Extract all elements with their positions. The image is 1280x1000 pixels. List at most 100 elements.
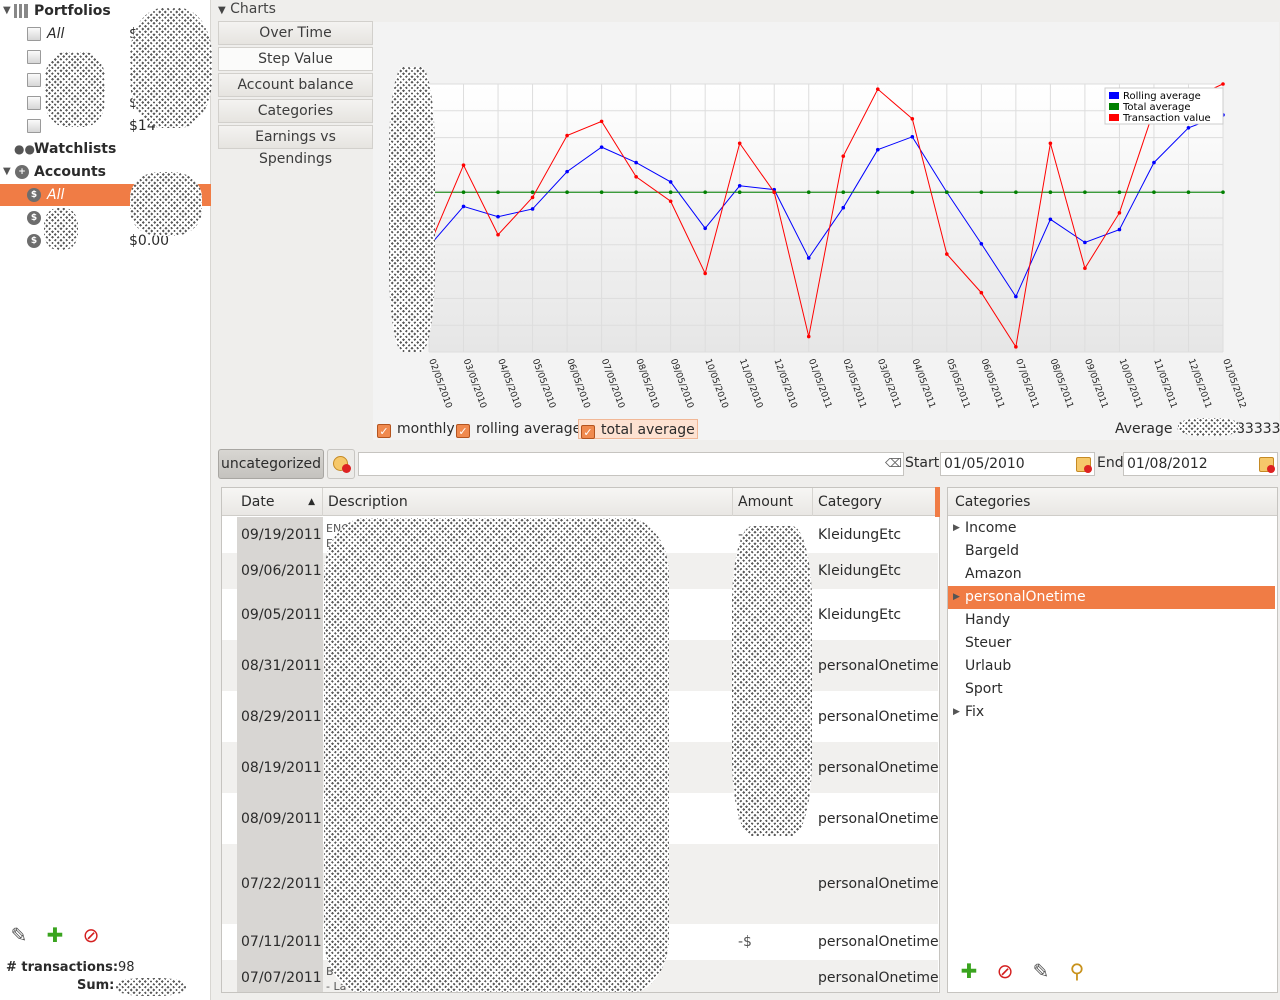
- edit-icon[interactable]: ✎: [6, 922, 32, 948]
- data-point: [1083, 240, 1087, 245]
- category-item[interactable]: ▶ personalOnetime: [948, 586, 1275, 609]
- legend-swatch: [1109, 114, 1119, 121]
- category-item[interactable]: Bargeld: [948, 540, 1275, 563]
- data-point: [668, 180, 673, 184]
- x-tick-label: 02/05/2010: [426, 358, 453, 410]
- rolling-average-checkbox[interactable]: ✓ rolling average: [456, 419, 581, 439]
- chart-bars-icon: [14, 4, 28, 18]
- portfolio-icon: [27, 27, 41, 41]
- column-header-amount[interactable]: Amount: [733, 488, 813, 516]
- data-point: [1014, 294, 1018, 299]
- data-point: [1186, 126, 1191, 130]
- category-item[interactable]: Steuer: [948, 632, 1275, 655]
- broom-icon[interactable]: ⚲: [1064, 958, 1090, 984]
- data-point: [841, 154, 846, 158]
- category-item[interactable]: Amazon: [948, 563, 1275, 586]
- total-average-checkbox[interactable]: ✓ total average: [578, 419, 698, 439]
- category-label: Steuer: [965, 635, 1012, 651]
- category-label: Urlaub: [965, 658, 1012, 674]
- filter-button[interactable]: [327, 449, 355, 479]
- data-point: [530, 190, 535, 195]
- calendar-icon[interactable]: [1076, 457, 1092, 473]
- tab-step-value[interactable]: Step Value: [218, 47, 373, 71]
- category-item[interactable]: ▶ Fix: [948, 701, 1275, 724]
- category-cell: personalOnetime: [818, 934, 939, 950]
- redaction-scribble: [130, 8, 212, 128]
- category-cell: KleidungEtc: [818, 606, 902, 623]
- x-tick-label: 04/05/2010: [495, 358, 522, 410]
- search-input[interactable]: [358, 452, 904, 476]
- redaction-scribble: [45, 52, 105, 127]
- x-tick-label: 11/05/2010: [737, 358, 764, 410]
- x-tick-label: 03/05/2010: [461, 358, 488, 410]
- date-cell: 07/22/2011: [237, 844, 323, 924]
- start-label: Start: [905, 455, 940, 471]
- tab-account-balance[interactable]: Account balance: [218, 73, 373, 97]
- end-label: End: [1097, 455, 1124, 471]
- account-label: All: [47, 187, 65, 203]
- amount-cell: -$: [738, 934, 752, 950]
- expand-arrow-icon[interactable]: ▶: [953, 517, 960, 540]
- rolling-average-label: rolling average: [476, 421, 582, 437]
- delete-category-icon[interactable]: ⊘: [992, 958, 1018, 984]
- add-icon[interactable]: ✚: [42, 922, 68, 948]
- collapse-arrow-icon[interactable]: ▼: [3, 161, 13, 183]
- data-point: [1221, 190, 1225, 195]
- data-point: [668, 199, 673, 204]
- x-tick-label: 10/05/2010: [702, 358, 729, 410]
- tree-watchlists[interactable]: ●● Watchlists: [0, 138, 211, 160]
- data-point: [1048, 141, 1053, 146]
- date-cell: 08/29/2011: [237, 691, 323, 742]
- category-item[interactable]: Urlaub: [948, 655, 1275, 678]
- category-item[interactable]: Handy: [948, 609, 1275, 632]
- delete-icon[interactable]: ⊘: [78, 922, 104, 948]
- x-tick-label: 07/05/2011: [1013, 358, 1040, 410]
- monthly-checkbox[interactable]: ✓ monthly: [377, 419, 455, 439]
- data-point: [530, 207, 535, 211]
- data-point: [806, 256, 811, 260]
- column-header-description[interactable]: Description: [323, 488, 733, 516]
- tab-categories[interactable]: Categories: [218, 99, 373, 123]
- end-date-field[interactable]: 01/08/2012: [1123, 452, 1278, 476]
- category-item[interactable]: ▶ Income: [948, 517, 1275, 540]
- uncategorized-button[interactable]: uncategorized: [218, 449, 324, 479]
- collapse-arrow-icon[interactable]: ▼: [3, 0, 13, 22]
- tab-over-time[interactable]: Over Time: [218, 21, 373, 45]
- category-label: personalOnetime: [965, 589, 1086, 605]
- collapse-arrow-icon[interactable]: ▼: [218, 5, 226, 16]
- charts-section-toggle[interactable]: ▼ Charts: [218, 1, 276, 17]
- categories-header: Categories: [948, 488, 1277, 516]
- edit-category-icon[interactable]: ✎: [1028, 958, 1054, 984]
- scrollbar-thumb[interactable]: [935, 487, 940, 517]
- dollar-icon: $: [27, 188, 41, 202]
- clear-search-icon[interactable]: ⌫: [885, 456, 902, 470]
- dollar-icon: $: [27, 211, 41, 225]
- data-point: [737, 190, 742, 195]
- data-point: [1083, 266, 1087, 271]
- column-header-date[interactable]: Date ▲: [236, 488, 323, 516]
- tab-earnings-vs-spendings[interactable]: Earnings vs Spendings: [218, 125, 373, 167]
- data-point: [806, 334, 811, 339]
- data-point: [1014, 190, 1018, 195]
- x-tick-label: 09/05/2011: [1082, 358, 1109, 410]
- date-cell: 09/19/2011: [237, 517, 323, 553]
- column-header-category[interactable]: Category: [813, 488, 938, 516]
- expand-arrow-icon[interactable]: ▶: [953, 586, 960, 609]
- data-point: [496, 232, 500, 237]
- data-point: [772, 190, 777, 195]
- date-cell: 08/19/2011: [237, 742, 323, 793]
- x-tick-label: 07/05/2010: [599, 358, 626, 410]
- accounts-label: Accounts: [34, 164, 107, 180]
- redaction-scribble: [116, 978, 186, 996]
- data-point: [1152, 160, 1156, 165]
- expand-arrow-icon[interactable]: ▶: [953, 701, 960, 724]
- start-date-field[interactable]: 01/05/2010: [940, 452, 1095, 476]
- transactions-table: Date ▲ Description Amount Category 09/19/…: [221, 487, 940, 993]
- sort-ascending-icon: ▲: [308, 497, 315, 507]
- calendar-icon[interactable]: [1259, 457, 1275, 473]
- category-item[interactable]: Sport: [948, 678, 1275, 701]
- redaction-scribble: [389, 67, 435, 352]
- category-cell: personalOnetime: [818, 970, 939, 986]
- add-category-icon[interactable]: ✚: [956, 958, 982, 984]
- redaction-scribble: [732, 526, 812, 836]
